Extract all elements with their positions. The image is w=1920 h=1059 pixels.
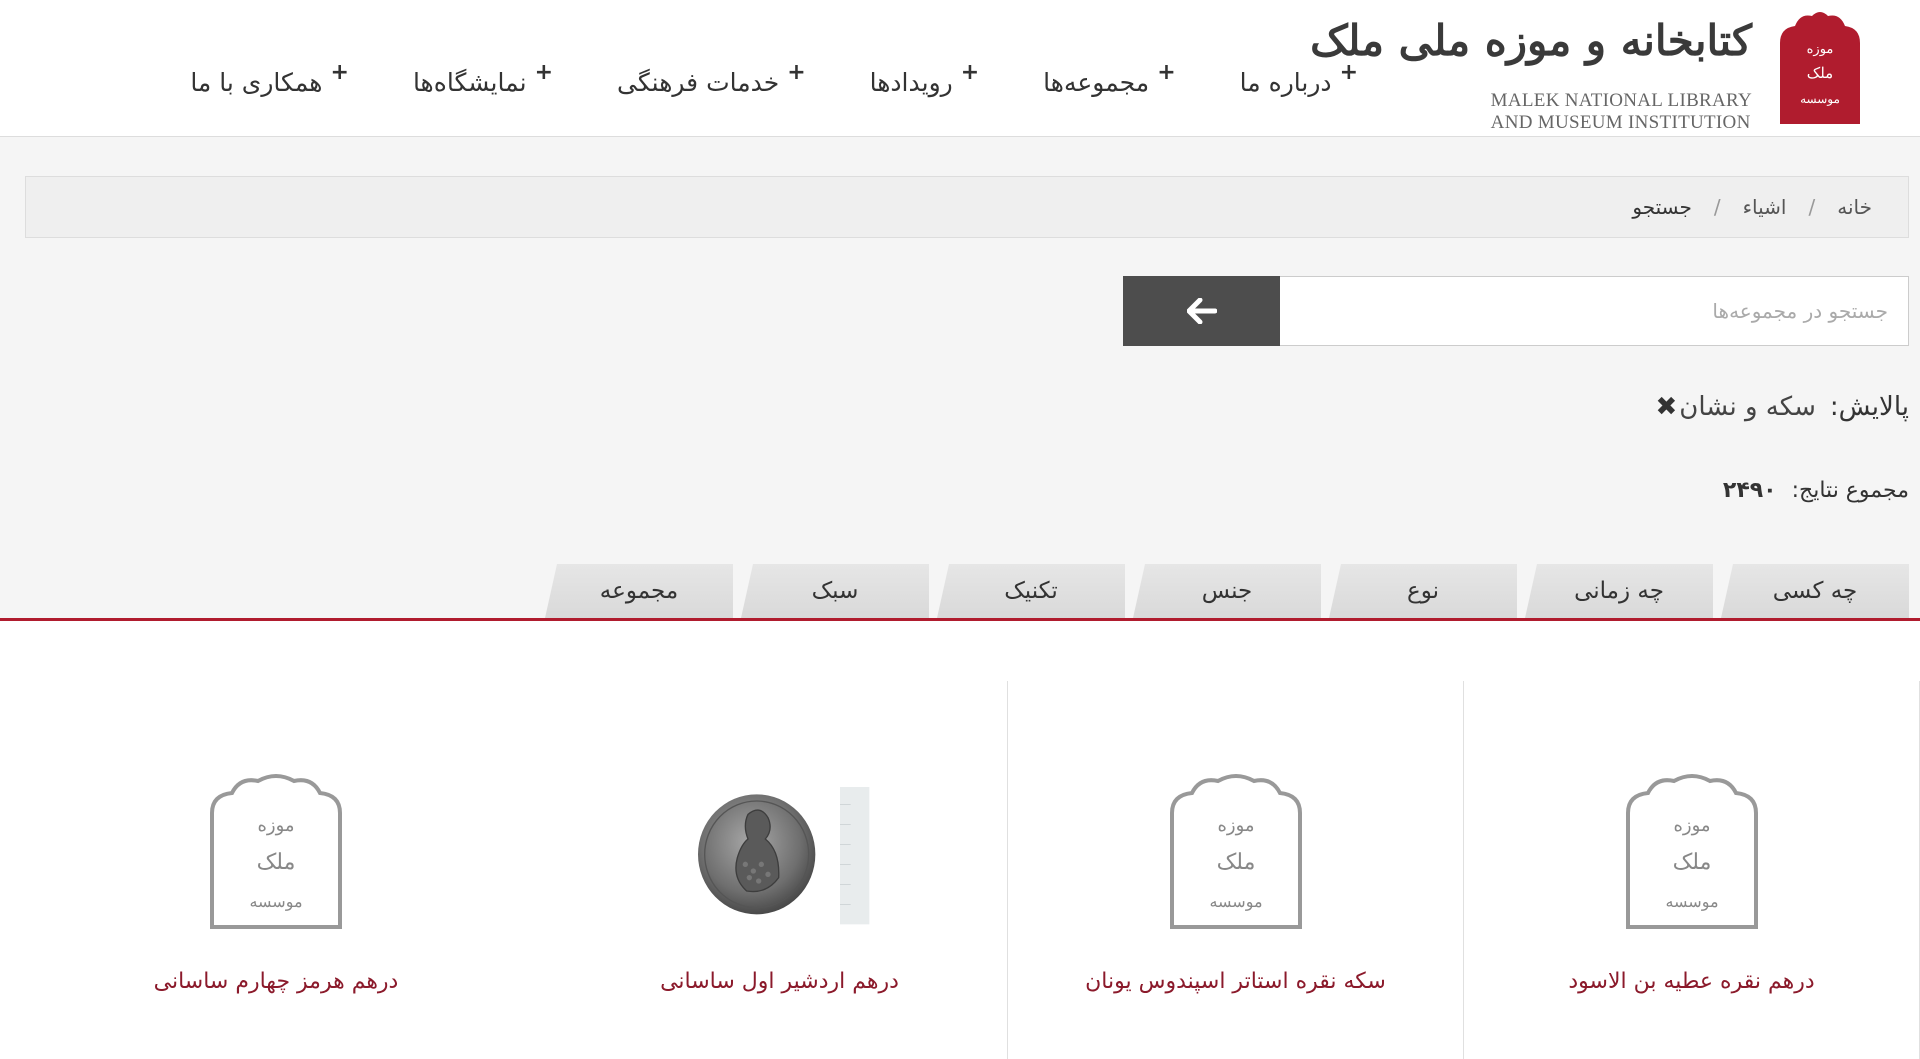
nav-label: همکاری با ما	[190, 68, 323, 97]
svg-text:موسسه: موسسه	[1665, 892, 1718, 911]
nav-item-exhibitions[interactable]: + نمایشگاه‌ها	[381, 60, 585, 97]
plus-icon: +	[960, 60, 980, 85]
nav-item-events[interactable]: + رویدادها	[838, 60, 1012, 97]
tab-style[interactable]: سبک	[741, 564, 929, 618]
tab-material[interactable]: جنس	[1133, 564, 1321, 618]
tab-type[interactable]: نوع	[1329, 564, 1517, 618]
nav-item-collections[interactable]: + مجموعه‌ها	[1011, 60, 1207, 97]
plus-icon: +	[787, 60, 806, 85]
svg-text:موسسه: موسسه	[1800, 92, 1840, 106]
results-total: مجموع نتایج: ۲۴۹۰	[1723, 478, 1909, 503]
result-card[interactable]: درهم اردشیر اول ساسانی	[552, 681, 1008, 1059]
svg-text:موزه: موزه	[1807, 42, 1834, 57]
main-nav: + درباره ما + مجموعه‌ها + رویدادها + خدمات ف…	[158, 60, 1390, 97]
svg-text:موسسه: موسسه	[249, 892, 302, 911]
svg-text:ملک: ملک	[1807, 64, 1833, 82]
filter-value: سکه و نشان	[1679, 392, 1816, 422]
svg-text:موزه: موزه	[1673, 815, 1710, 836]
nav-label: خدمات فرهنگی	[617, 68, 780, 97]
tab-who[interactable]: چه کسی	[1721, 564, 1909, 618]
logo-title-fa: کتابخانه و موزه ملی ملک	[1310, 16, 1752, 65]
svg-text:موزه: موزه	[257, 815, 294, 836]
svg-text:موزه: موزه	[1217, 815, 1254, 836]
close-icon[interactable]: ✖	[1655, 392, 1677, 422]
logo-emblem-icon: موزه ملک موسسه	[1780, 12, 1860, 124]
total-label: مجموع نتایج:	[1791, 478, 1909, 503]
arrow-left-icon	[1186, 298, 1217, 324]
site-logo[interactable]: موزه ملک موسسه کتابخانه و موزه ملی ملک M…	[1310, 8, 1870, 134]
nav-item-cultural-services[interactable]: + خدمات فرهنگی	[585, 60, 838, 97]
tab-collection[interactable]: مجموعه	[545, 564, 733, 618]
result-card[interactable]: موزه ملک موسسه درهم نقره عطیه بن الاسود	[1464, 681, 1920, 1059]
filter-label: پالایش:	[1829, 392, 1909, 422]
result-title[interactable]: درهم نقره عطیه بن الاسود	[1464, 969, 1919, 994]
facet-tabs: چه کسی چه زمانی نوع جنس تکنیک سبک مجموعه	[545, 564, 1909, 618]
placeholder-logo-image[interactable]: موزه ملک موسسه	[176, 761, 376, 941]
logo-title-en: MALEK NATIONAL LIBRARY AND MUSEUM INSTIT…	[1491, 90, 1752, 134]
nav-item-cooperation[interactable]: + همکاری با ما	[158, 60, 381, 97]
plus-icon: +	[534, 60, 553, 85]
result-title[interactable]: درهم اردشیر اول ساسانی	[552, 969, 1007, 994]
nav-label: نمایشگاه‌ها	[412, 68, 527, 97]
breadcrumb-home[interactable]: خانه	[1837, 195, 1872, 219]
plus-icon: +	[1157, 60, 1176, 85]
breadcrumb: خانه / اشیاء / جستجو	[25, 176, 1909, 238]
logo-title-en-line1: MALEK NATIONAL LIBRARY	[1490, 90, 1752, 111]
nav-label: درباره ما	[1239, 68, 1332, 97]
breadcrumb-current: جستجو	[1632, 195, 1692, 219]
active-filter: پالایش: سکه و نشان ✖	[1655, 392, 1909, 422]
result-title[interactable]: درهم هرمز چهارم ساسانی	[0, 969, 552, 994]
result-card[interactable]: موزه ملک موسسه سکه نقره استاتر اسپندوس ی…	[1008, 681, 1464, 1059]
coin-photo-icon	[697, 787, 869, 925]
result-card[interactable]: موزه ملک موسسه درهم هرمز چهارم ساسانی	[0, 681, 552, 1059]
search-button[interactable]	[1123, 276, 1280, 346]
result-title[interactable]: سکه نقره استاتر اسپندوس یونان	[1008, 969, 1463, 994]
coin-image[interactable]	[680, 761, 880, 941]
nav-label: مجموعه‌ها	[1043, 68, 1150, 97]
placeholder-logo-image[interactable]: موزه ملک موسسه	[1592, 761, 1792, 941]
tab-technique[interactable]: تکنیک	[937, 564, 1125, 618]
search-input[interactable]	[1279, 276, 1909, 346]
plus-icon: +	[1339, 60, 1358, 85]
results-grid: موزه ملک موسسه درهم نقره عطیه بن الاسود …	[0, 621, 1920, 1059]
breadcrumb-separator: /	[1713, 195, 1721, 219]
nav-item-about[interactable]: + درباره ما	[1208, 60, 1390, 97]
tab-when[interactable]: چه زمانی	[1525, 564, 1713, 618]
breadcrumb-objects[interactable]: اشیاء	[1743, 195, 1787, 219]
placeholder-logo-icon: موزه ملک موسسه	[210, 774, 342, 929]
svg-text:ملک: ملک	[257, 850, 296, 875]
svg-text:ملک: ملک	[1216, 850, 1255, 875]
svg-text:ملک: ملک	[1672, 850, 1711, 875]
total-count: ۲۴۹۰	[1722, 478, 1777, 503]
placeholder-logo-icon: موزه ملک موسسه	[1169, 774, 1302, 929]
breadcrumb-separator: /	[1808, 195, 1816, 219]
svg-text:موسسه: موسسه	[1209, 892, 1262, 911]
site-header: موزه ملک موسسه کتابخانه و موزه ملی ملک M…	[0, 0, 1920, 137]
placeholder-logo-icon: موزه ملک موسسه	[1625, 774, 1758, 929]
logo-title-en-line2: AND MUSEUM INSTITUTION	[1490, 112, 1751, 133]
placeholder-logo-image[interactable]: موزه ملک موسسه	[1136, 761, 1336, 941]
plus-icon: +	[330, 60, 349, 85]
nav-label: رویدادها	[869, 68, 953, 97]
